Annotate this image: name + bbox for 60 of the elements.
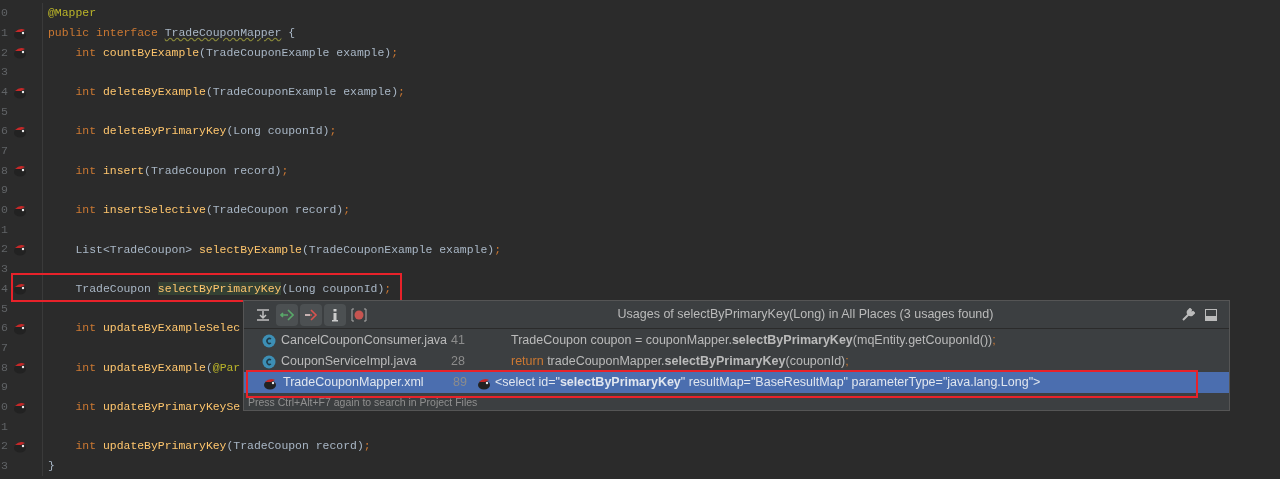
code-line: List<TradeCoupon> selectByExample(TradeCouponExample example);: [74, 241, 502, 258]
line-number: 7: [0, 339, 9, 356]
line-number: 0: [0, 202, 9, 219]
line-number: 2: [0, 44, 9, 61]
arrow-left-icon: [280, 307, 294, 322]
code-line: public interface TradeCouponMapper {: [48, 24, 296, 41]
toolbar-button[interactable]: [276, 303, 298, 326]
usage-row[interactable]: CouponServiceImpl.java 28 return tradeCouponMapper.selectByPrimaryKey(couponId);: [244, 351, 1229, 372]
line-number: 5: [0, 300, 9, 317]
code-line: int updateByExample(@Par: [74, 359, 241, 376]
file-name: CancelCouponConsumer.java: [281, 332, 449, 350]
class-icon: [262, 354, 276, 369]
line-number: 5: [0, 103, 9, 120]
usage-code: TradeCoupon coupon = couponMapper.selectByPrimaryKey(mqEntity.getCouponId());: [511, 332, 996, 350]
code-line: }: [48, 458, 55, 475]
file-name: CouponServiceImpl.java: [281, 353, 418, 371]
hint-text: Press Ctrl+Alt+F7 again to search in Project Files: [247, 395, 479, 409]
line-number: 28: [451, 353, 466, 371]
line-number: 3: [0, 458, 9, 475]
info-icon: [330, 307, 340, 322]
line-number: 4: [0, 83, 9, 100]
file-name: TradeCouponMapper.xml: [283, 374, 425, 392]
class-icon: [262, 333, 276, 348]
line-number: 6: [0, 320, 9, 337]
line-number: 2: [0, 438, 9, 455]
settings-icon[interactable]: [1181, 307, 1195, 322]
usage-row[interactable]: TradeCouponMapper.xml 89 <select id="selectByPrimaryKey" resultMap="BaseResultMap" parameterType="java.lang.Long">: [244, 372, 1229, 393]
line-number: 9: [0, 379, 9, 396]
usage-row[interactable]: CancelCouponConsumer.java 41 TradeCoupon coupon = couponMapper.selectByPrimaryKey(mqEntity.getCouponId());: [244, 330, 1229, 351]
usage-code: return tradeCouponMapper.selectByPrimaryKey(couponId);: [511, 353, 849, 371]
line-number: 6: [0, 123, 9, 140]
line-number: 3: [0, 64, 9, 81]
code-line: int insert(TradeCoupon record);: [74, 162, 289, 179]
code-line: int updateByExampleSelec: [74, 320, 241, 337]
code-line: int deleteByExample(TradeCouponExample example);: [74, 84, 405, 100]
line-number: 8: [0, 359, 9, 376]
line-number: 7: [0, 143, 9, 160]
line-number: 4: [0, 280, 9, 297]
line-number: 0: [0, 5, 9, 22]
line-number: 9: [0, 182, 9, 199]
code-line: @Mapper: [48, 5, 97, 22]
code-line: int updateByPrimaryKeySe: [74, 399, 241, 415]
code-line: int deleteByPrimaryKey(Long couponId);: [74, 123, 337, 140]
code-line: int updateByPrimaryKey(TradeCoupon record);: [74, 438, 371, 455]
line-number: 8: [0, 162, 9, 179]
scroll-to-bottom-icon: [256, 307, 270, 322]
window-icon[interactable]: [1205, 308, 1217, 321]
line-number: 2: [0, 241, 9, 258]
line-number: 0: [0, 398, 9, 415]
line-number: 41: [451, 332, 466, 350]
usage-code: <select id="selectByPrimaryKey" resultMap="BaseResultMap" parameterType="java.lang.Long">: [495, 374, 1041, 392]
line-number: 3: [0, 261, 9, 278]
code-line: int insertSelective(TradeCoupon record);: [74, 202, 351, 219]
code-line: TradeCoupon selectByPrimaryKey(Long couponId);: [74, 280, 392, 297]
line-number: 89: [453, 374, 468, 392]
code-line: int countByExample(TradeCouponExample example);: [74, 44, 399, 61]
toolbar-button[interactable]: [300, 303, 322, 326]
popup-title: Usages of selectByPrimaryKey(Long) in All Places (3 usages found): [616, 306, 995, 324]
arrow-right-icon: [304, 307, 318, 322]
toolbar-button[interactable]: [324, 303, 346, 326]
